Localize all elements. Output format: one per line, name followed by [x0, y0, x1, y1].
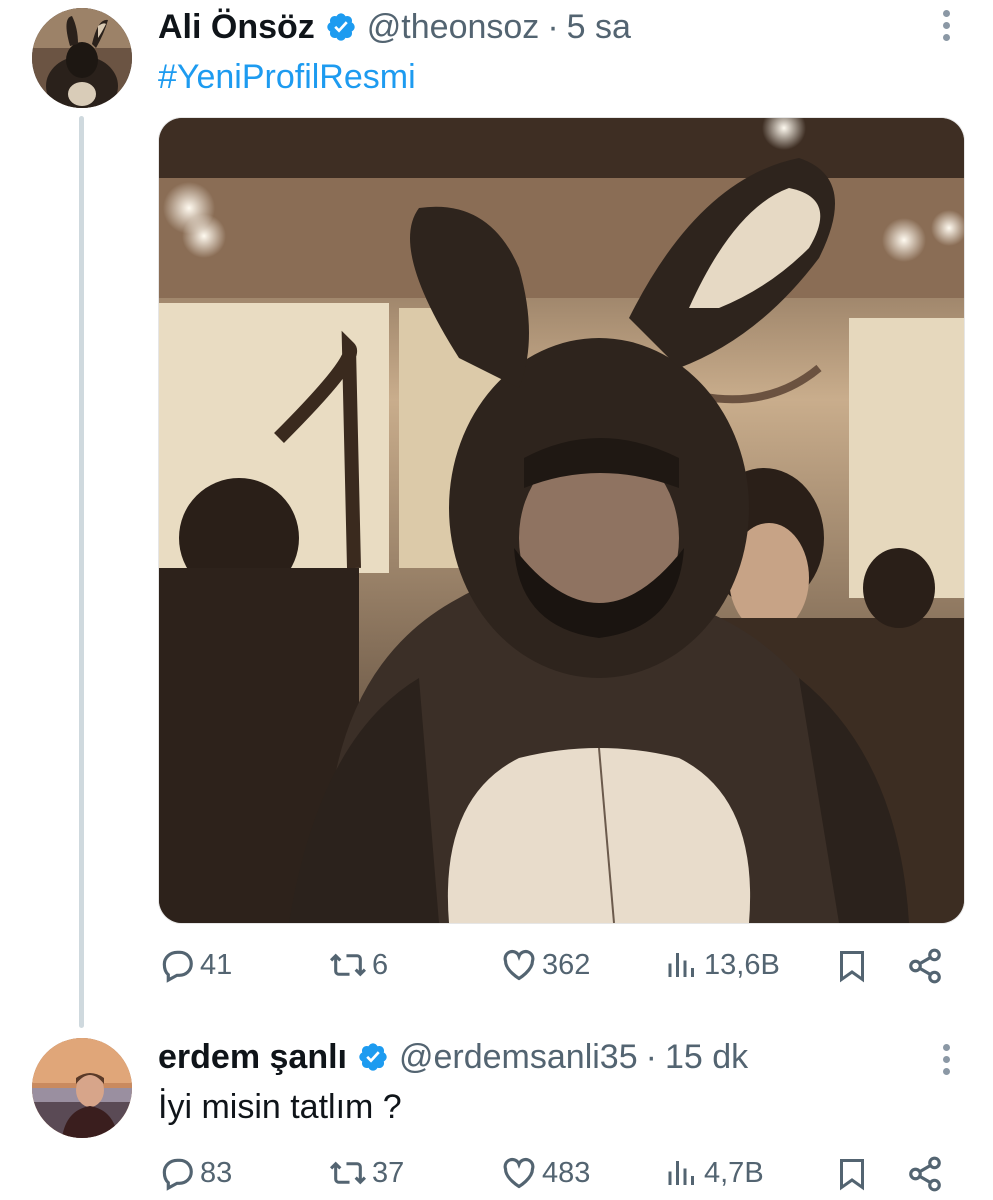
author-handle[interactable]: @erdemsanli35	[399, 1038, 638, 1077]
tweet-header: Ali Önsöz @theonsoz · 5 sa	[158, 6, 631, 47]
verified-icon	[325, 11, 357, 43]
like-button[interactable]: 362	[500, 946, 590, 984]
retweet-icon	[329, 953, 367, 977]
author-name[interactable]: Ali Önsöz	[158, 8, 315, 47]
more-icon[interactable]	[939, 1044, 953, 1084]
reply-button[interactable]: 41	[158, 946, 232, 984]
retweet-button[interactable]: 37	[328, 1154, 404, 1192]
tweet[interactable]: erdem şanlı @erdemsanli35 · 15 dk İyi mi…	[0, 1030, 993, 1200]
like-count: 362	[542, 948, 591, 981]
views-icon	[668, 953, 694, 977]
tweet-actions: 83 37 483 4,7B	[158, 1154, 948, 1198]
bookmark-button[interactable]	[834, 1154, 870, 1194]
tweet[interactable]: Ali Önsöz @theonsoz · 5 sa #YeniProfilRe…	[0, 0, 993, 1030]
bookmark-icon	[840, 951, 864, 983]
hashtag-link[interactable]: #YeniProfilResmi	[158, 58, 416, 97]
avatar[interactable]	[32, 8, 132, 108]
reply-icon	[162, 950, 193, 983]
like-icon	[503, 1157, 535, 1189]
reply-button[interactable]: 83	[158, 1154, 232, 1192]
reply-count: 41	[200, 948, 233, 981]
share-icon	[909, 948, 941, 984]
separator: ·	[645, 1038, 657, 1076]
more-icon[interactable]	[939, 10, 953, 50]
tweet-header: erdem şanlı @erdemsanli35 · 15 dk	[158, 1036, 748, 1077]
retweet-count: 6	[372, 948, 389, 981]
like-count: 483	[542, 1156, 591, 1189]
timestamp[interactable]: 5 sa	[567, 8, 631, 47]
share-button[interactable]	[906, 1154, 944, 1194]
views-icon	[668, 1161, 694, 1185]
tweet-text: İyi misin tatlım ?	[158, 1088, 402, 1126]
views-count: 4,7B	[704, 1156, 764, 1189]
verified-icon	[357, 1041, 389, 1073]
views-count: 13,6B	[704, 948, 780, 981]
like-icon	[503, 949, 535, 981]
retweet-button[interactable]: 6	[328, 946, 388, 984]
tweet-photo[interactable]	[158, 117, 965, 924]
views-button[interactable]: 4,7B	[664, 1154, 764, 1192]
author-handle[interactable]: @theonsoz	[367, 8, 540, 47]
tweet-actions: 41 6 362 13,6B	[158, 946, 948, 990]
bookmark-button[interactable]	[834, 946, 870, 986]
share-icon	[909, 1156, 941, 1192]
bookmark-icon	[840, 1159, 864, 1191]
views-button[interactable]: 13,6B	[664, 946, 780, 984]
separator: ·	[547, 8, 559, 46]
retweet-icon	[329, 1161, 367, 1185]
author-name[interactable]: erdem şanlı	[158, 1038, 347, 1077]
reply-icon	[162, 1158, 193, 1191]
timestamp[interactable]: 15 dk	[665, 1038, 748, 1077]
avatar[interactable]	[32, 1038, 132, 1138]
retweet-count: 37	[372, 1156, 405, 1189]
share-button[interactable]	[906, 946, 944, 986]
reply-count: 83	[200, 1156, 233, 1189]
like-button[interactable]: 483	[500, 1154, 590, 1192]
